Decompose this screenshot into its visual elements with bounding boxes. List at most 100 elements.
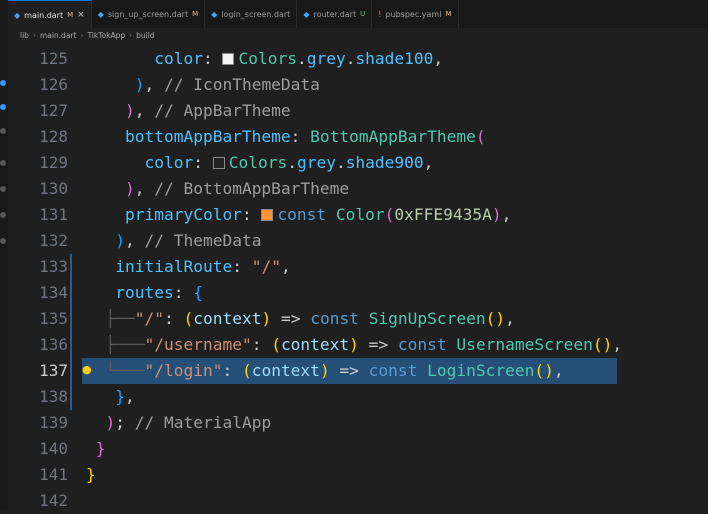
code-text: ); // MaterialApp (86, 410, 272, 436)
code-token: , (144, 75, 164, 94)
code-token: , (125, 231, 145, 250)
code-line[interactable]: 132 ), // ThemeData (8, 228, 708, 254)
code-token: shade100 (355, 49, 434, 68)
close-icon[interactable]: × (77, 10, 85, 20)
code-token: "/" (251, 257, 281, 276)
code-token: : (251, 335, 272, 354)
code-text: primaryColor: const Color(0xFFE9435A), (86, 202, 511, 228)
editor-tab[interactable]: ◆ main.dart M × (8, 0, 92, 29)
code-token: : (241, 205, 262, 224)
breadcrumb-item[interactable]: build (136, 31, 154, 40)
yaml-file-icon: ! (378, 9, 382, 19)
line-number: 127 (39, 101, 68, 120)
code-token: } (86, 465, 96, 484)
code-line[interactable]: 136 ├───"/username": (context) => const … (8, 332, 708, 358)
code-line[interactable]: 140 } (8, 436, 708, 462)
code-token: ) (349, 335, 359, 354)
activity-item-icon[interactable] (0, 212, 6, 218)
dart-file-icon: ◆ (97, 9, 104, 19)
line-number: 126 (39, 75, 68, 94)
color-swatch-icon[interactable] (261, 209, 274, 221)
code-token: } (95, 439, 106, 458)
editor-tab[interactable]: ! pubspec.yaml M (372, 0, 459, 28)
code-line[interactable]: 129 color: Colors.grey.shade900, (8, 150, 708, 176)
code-text: ), // BottomAppBarTheme (86, 176, 349, 202)
code-line[interactable]: 134 routes: { (8, 280, 708, 306)
code-token: ( (183, 309, 194, 328)
code-text: routes: { (86, 280, 203, 306)
code-token: : (173, 283, 194, 302)
code-token: : (193, 153, 213, 172)
code-token: // IconThemeData (163, 75, 320, 94)
code-editor[interactable]: 125 color: Colors.grey.shade100, 126 ), /… (8, 46, 708, 510)
code-line[interactable]: 135 ├──"/": (context) => const SignUpScr… (8, 306, 708, 332)
code-text: bottomAppBarTheme: BottomAppBarTheme( (86, 124, 486, 150)
breadcrumb-item[interactable]: main.dart (40, 31, 77, 40)
dart-file-icon: ◆ (14, 10, 21, 20)
code-line[interactable]: 131 primaryColor: const Color(0xFFE9435A… (8, 202, 708, 228)
code-token: Colors (228, 153, 288, 172)
editor-tab[interactable]: ◆ login_screen.dart (205, 0, 298, 28)
code-token: color (154, 49, 203, 68)
code-token: . (287, 153, 297, 172)
line-number: 129 (39, 153, 68, 172)
code-line[interactable]: ● 137 └───"/login": (context) => const Lo… (8, 358, 708, 384)
code-token: ( (384, 205, 395, 224)
line-number: 135 (39, 309, 68, 328)
code-token: , (423, 153, 434, 172)
editor-tab[interactable]: ◆ sign_up_screen.dart M (92, 0, 206, 28)
git-status-badge: U (360, 10, 366, 18)
code-line[interactable]: 142 (8, 488, 708, 514)
code-token: => (329, 361, 369, 380)
code-token: } (115, 387, 125, 406)
activity-badge-icon[interactable] (0, 104, 6, 110)
code-line[interactable]: 139 ); // MaterialApp (8, 410, 708, 436)
code-token: ) (124, 101, 135, 120)
code-line[interactable]: 128 bottomAppBarTheme: BottomAppBarTheme… (8, 124, 708, 150)
code-token: grey (296, 153, 336, 172)
activity-item-icon[interactable] (0, 238, 6, 244)
activity-item-icon[interactable] (0, 128, 6, 134)
code-token: , (501, 205, 512, 224)
code-line[interactable]: 126 ), // IconThemeData (8, 72, 708, 98)
code-token: "/username" (144, 335, 252, 354)
tab-label: login_screen.dart (221, 9, 291, 19)
code-line[interactable]: 125 color: Colors.grey.shade100, (8, 46, 708, 72)
code-line[interactable]: 141} (8, 462, 708, 488)
code-line[interactable]: 138 }, (8, 384, 708, 410)
code-line[interactable]: 130 ), // BottomAppBarTheme (8, 176, 708, 202)
code-token: ) (115, 231, 125, 250)
breadcrumb-item[interactable]: TikTokApp (87, 31, 125, 40)
breadcrumb-item[interactable]: lib (20, 31, 29, 40)
code-text: ), // AppBarTheme (86, 98, 291, 124)
code-token: : (290, 127, 311, 146)
indent: ├── (86, 309, 135, 328)
color-swatch-icon[interactable] (222, 53, 235, 65)
code-token: BottomAppBarTheme (310, 127, 476, 146)
color-swatch-icon[interactable] (212, 157, 225, 169)
line-number: 133 (39, 257, 68, 276)
activity-badge-icon[interactable] (0, 80, 6, 86)
activity-item-icon[interactable] (0, 160, 6, 166)
tab-label: main.dart (24, 10, 64, 20)
code-token: { (193, 283, 203, 302)
code-token: // BottomAppBarTheme (154, 179, 350, 198)
line-number: 136 (39, 335, 68, 354)
code-text: ├──"/": (context) => const SignUpScreen(… (86, 306, 514, 332)
code-text: initialRoute: "/", (86, 254, 290, 280)
code-line[interactable]: 127 ), // AppBarTheme (8, 98, 708, 124)
activity-item-icon[interactable] (0, 186, 6, 192)
tab-label: sign_up_screen.dart (107, 9, 189, 19)
code-token: LoginScreen (427, 361, 535, 380)
code-text: }, (86, 384, 135, 410)
chevron-right-icon: › (32, 30, 36, 40)
chevron-right-icon: › (80, 30, 84, 40)
editor-tab[interactable]: ◆ router.dart U (297, 0, 373, 28)
code-line[interactable]: 133 initialRoute: "/", (8, 254, 708, 280)
